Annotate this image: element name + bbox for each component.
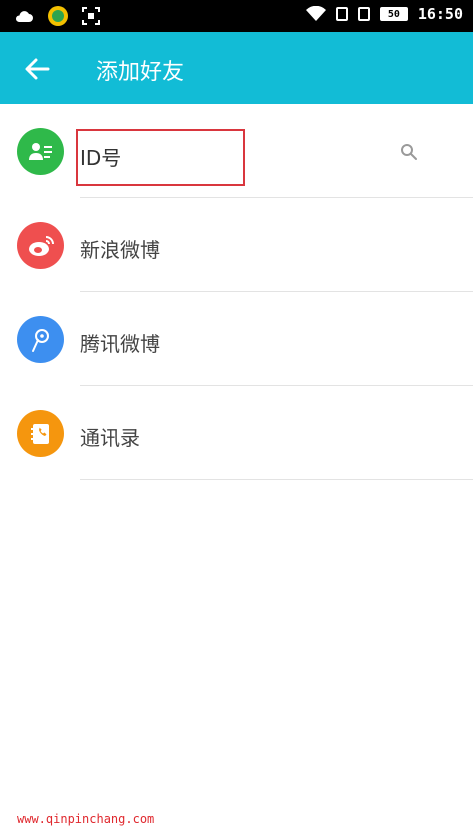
watermark-url: www.qinpinchang.com [17,812,155,826]
highlight-box [76,129,245,186]
sim-icon [357,7,370,21]
screenshot-icon [82,7,100,25]
tencent-weibo-label: 腾讯微博 [80,332,160,356]
weibo-icon [17,222,64,269]
status-left [14,6,100,26]
cloud-icon [15,11,34,22]
address-book-icon [17,410,64,457]
divider [80,479,473,480]
app-bar: 添加好友 [0,32,473,104]
coin-app-icon [48,6,68,26]
wifi-icon [305,6,326,21]
list-item-id-search[interactable]: ID号 [0,104,473,198]
list-item-tencent-weibo[interactable]: 腾讯微博 [0,292,473,386]
contact-card-icon [17,128,64,175]
sina-weibo-label: 新浪微博 [80,238,160,262]
status-bar: 50 16:50 [0,0,473,32]
status-right: 50 16:50 [305,5,463,23]
battery-icon: 50 [379,7,408,21]
page-title: 添加好友 [96,60,185,85]
arrow-left-icon [25,58,50,80]
contacts-label: 通讯录 [80,426,140,450]
clock: 16:50 [417,5,463,23]
search-icon[interactable] [400,143,418,161]
add-friend-options: ID号 新浪微博 腾讯微博 通讯录 [0,104,473,480]
list-item-sina-weibo[interactable]: 新浪微博 [0,198,473,292]
tencent-weibo-icon [17,316,64,363]
sim-icon [335,7,348,21]
list-item-contacts[interactable]: 通讯录 [0,386,473,480]
back-button[interactable] [22,54,52,84]
